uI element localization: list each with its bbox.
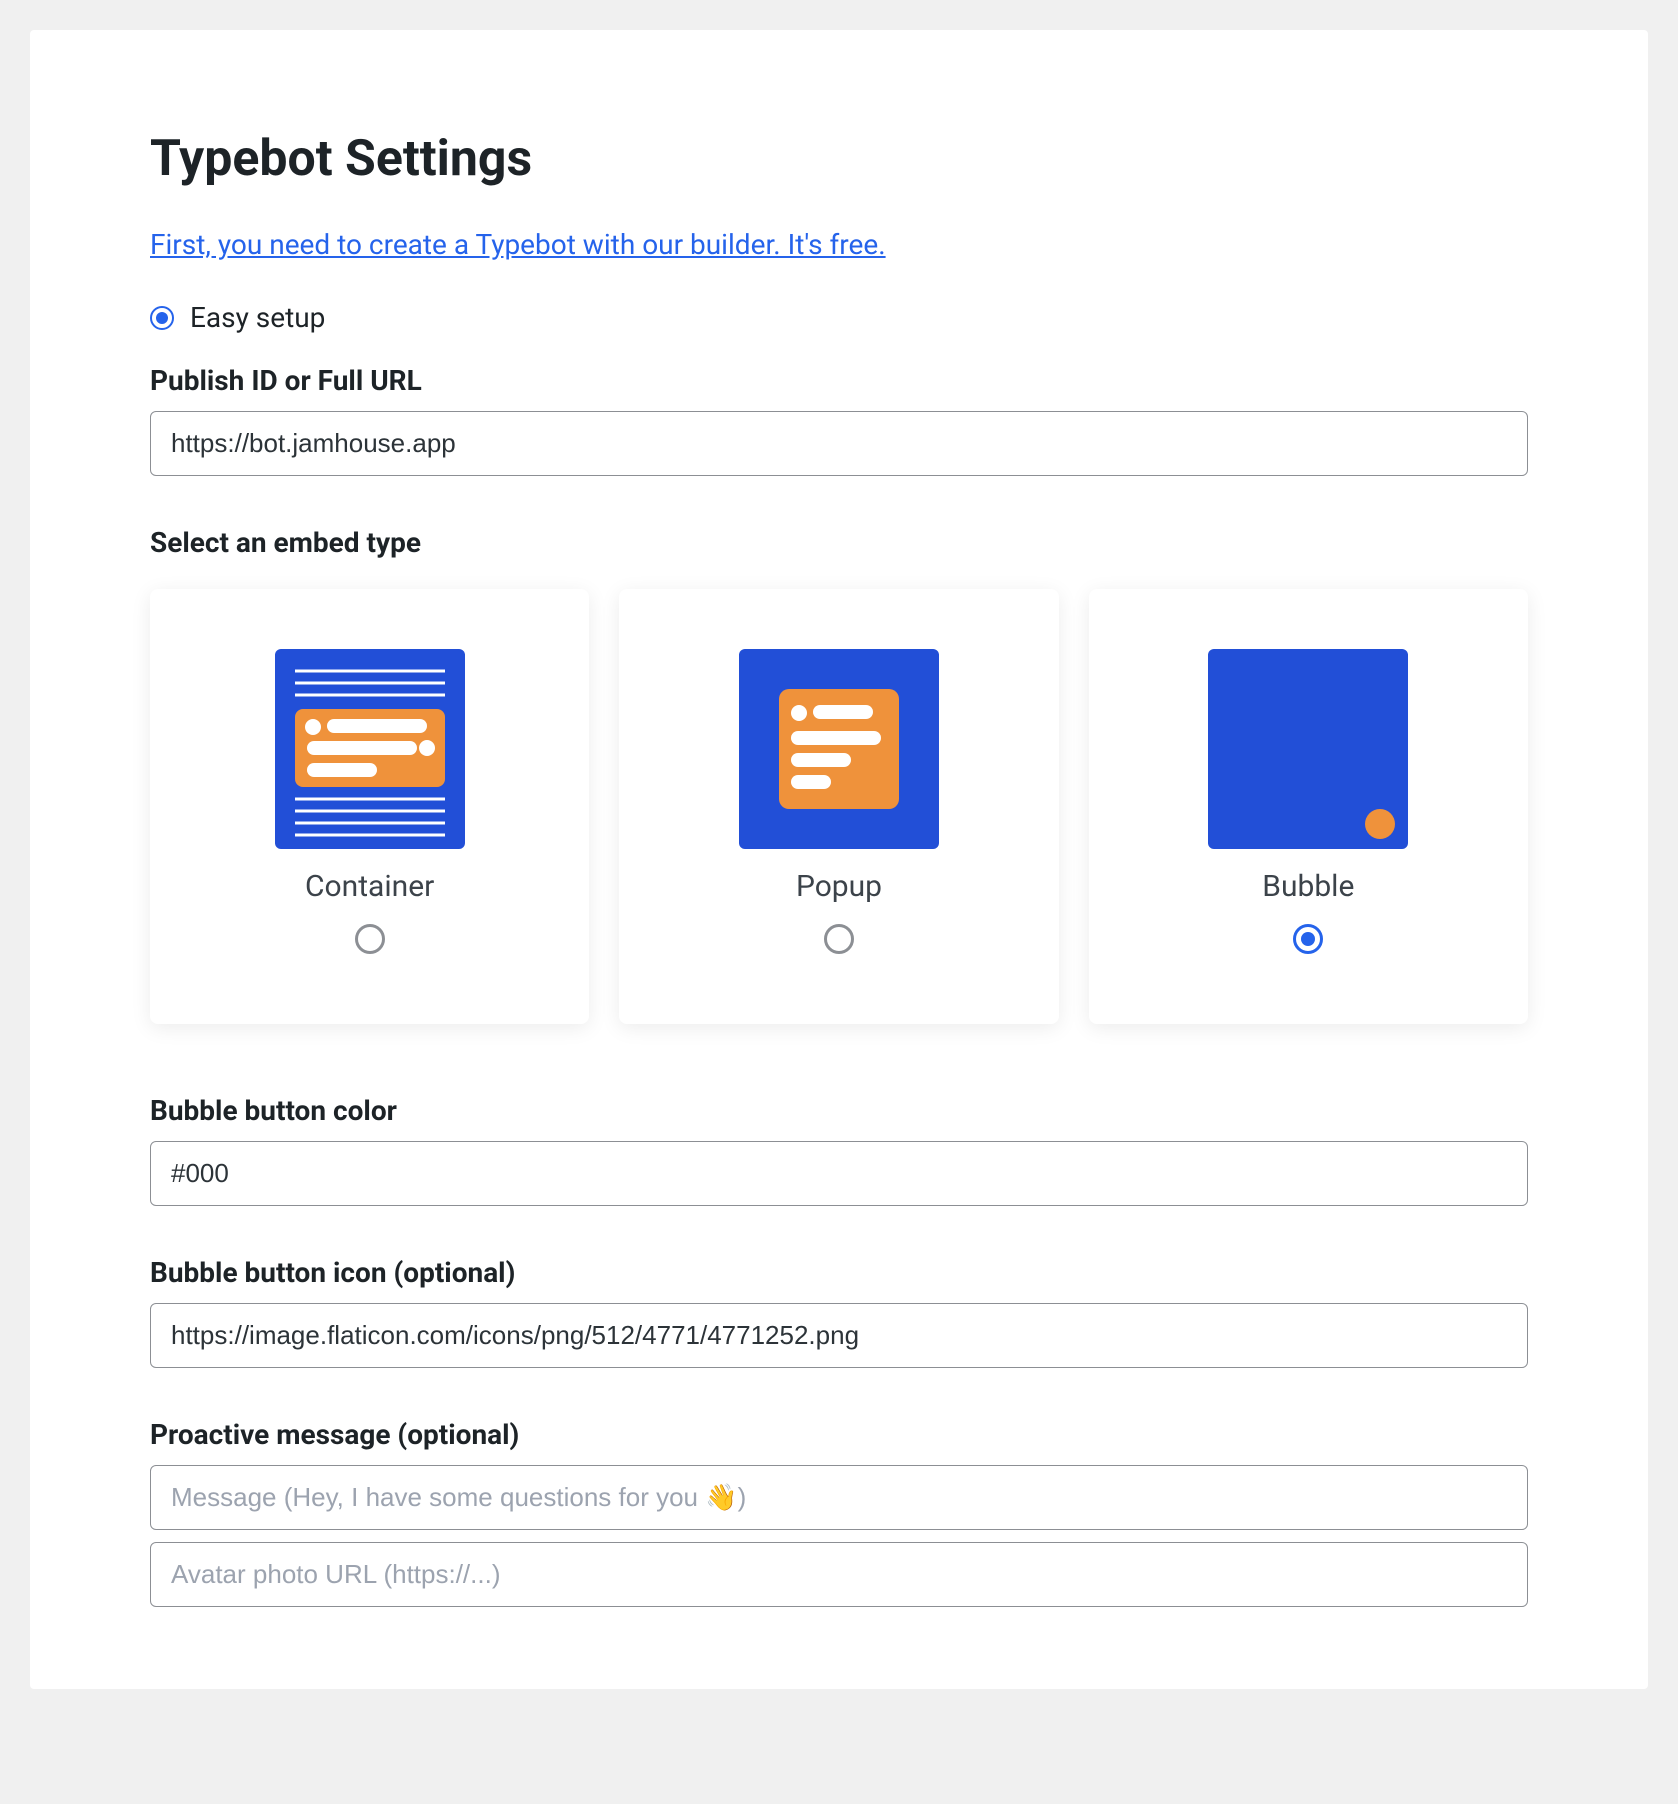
proactive-label: Proactive message (optional) — [150, 1418, 1528, 1451]
embed-radio-icon — [824, 924, 854, 954]
embed-option-label: Container — [305, 869, 434, 904]
embed-radio-icon — [355, 924, 385, 954]
proactive-block: Proactive message (optional) — [150, 1418, 1528, 1619]
bubble-icon-label: Bubble button icon (optional) — [150, 1256, 1528, 1289]
publish-id-field-block: Publish ID or Full URL — [150, 364, 1528, 516]
page-title: Typebot Settings — [150, 130, 1528, 188]
bubble-color-block: Bubble button color — [150, 1094, 1528, 1246]
settings-card: Typebot Settings First, you need to crea… — [30, 30, 1648, 1689]
bubble-icon — [1208, 649, 1408, 849]
bubble-color-label: Bubble button color — [150, 1094, 1528, 1127]
publish-id-label: Publish ID or Full URL — [150, 364, 1528, 397]
embed-option-popup[interactable]: Popup — [619, 589, 1058, 1024]
proactive-avatar-input[interactable] — [150, 1542, 1528, 1607]
popup-icon — [739, 649, 939, 849]
publish-id-input[interactable] — [150, 411, 1528, 476]
proactive-message-input[interactable] — [150, 1465, 1528, 1530]
embed-radio-icon — [1293, 924, 1323, 954]
container-icon — [270, 649, 470, 849]
embed-option-bubble[interactable]: Bubble — [1089, 589, 1528, 1024]
bubble-icon-block: Bubble button icon (optional) — [150, 1256, 1528, 1408]
radio-icon — [150, 306, 174, 330]
embed-option-container[interactable]: Container — [150, 589, 589, 1024]
embed-option-label: Popup — [796, 869, 882, 904]
bubble-icon-input[interactable] — [150, 1303, 1528, 1368]
bubble-color-input[interactable] — [150, 1141, 1528, 1206]
setup-mode-label: Easy setup — [190, 301, 325, 334]
embed-option-label: Bubble — [1262, 869, 1354, 904]
setup-mode-radio[interactable]: Easy setup — [150, 301, 1528, 334]
embed-type-label: Select an embed type — [150, 526, 1528, 559]
create-typebot-link[interactable]: First, you need to create a Typebot with… — [150, 228, 886, 261]
embed-type-options: Container Popup — [150, 589, 1528, 1024]
